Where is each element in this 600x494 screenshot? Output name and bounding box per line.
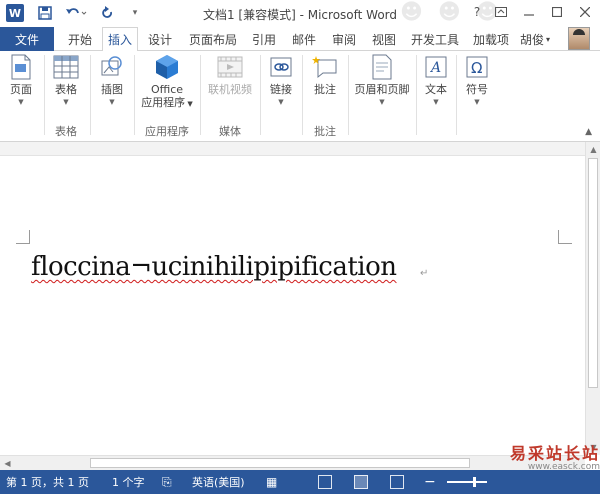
tab-design[interactable]: 设计	[142, 27, 178, 51]
zoom-slider[interactable]	[447, 481, 487, 483]
read-mode-icon[interactable]	[318, 475, 332, 489]
svg-text:Ω: Ω	[471, 59, 482, 77]
user-name[interactable]: 胡俊 ▾	[520, 27, 550, 51]
status-bar: 第 1 页，共 1 页 1 个字 ⎘ 英语(美国) ▦ −	[0, 470, 600, 494]
table-icon	[53, 54, 79, 80]
page-button[interactable]: 页面 ▼	[4, 54, 38, 120]
group-divider	[348, 55, 349, 135]
scroll-up-icon[interactable]: ▲	[586, 142, 600, 156]
avatar[interactable]	[568, 27, 590, 50]
collapse-ribbon-icon[interactable]: ▲	[585, 127, 592, 137]
word-logo-icon: W	[6, 4, 24, 22]
table-button[interactable]: 表格 ▼	[48, 54, 84, 120]
close-button[interactable]	[574, 2, 596, 22]
proofing-icon[interactable]: ⎘	[162, 470, 172, 494]
crop-mark-right	[558, 230, 572, 244]
word-count[interactable]: 1 个字	[112, 470, 145, 494]
ribbon-display-options-button[interactable]	[490, 2, 512, 22]
vertical-scrollbar[interactable]: ▲ ▼	[585, 142, 600, 455]
ribbon: 页面 ▼ 表格 ▼ 表格 插图 ▼ Office 应用程序 ▼ 应用程序 联机视…	[0, 51, 600, 142]
web-layout-icon[interactable]	[390, 475, 404, 489]
customize-quick-access-icon[interactable]: ▾	[128, 4, 142, 22]
tab-developer[interactable]: 开发工具	[406, 27, 464, 51]
group-divider	[302, 55, 303, 135]
vertical-scroll-thumb[interactable]	[588, 158, 598, 388]
tab-mailings[interactable]: 邮件	[286, 27, 322, 51]
chevron-down-icon: ▼	[63, 98, 69, 106]
chevron-down-icon: ▼	[185, 100, 193, 108]
tab-file[interactable]: 文件	[0, 27, 54, 51]
group-divider	[260, 55, 261, 135]
chevron-down-icon: ▼	[109, 98, 115, 106]
chevron-down-icon: ▼	[433, 98, 439, 106]
chevron-down-icon: ▼	[278, 98, 284, 106]
symbol-icon: Ω	[464, 54, 490, 80]
chevron-down-icon: ▼	[18, 98, 24, 106]
print-layout-icon[interactable]	[354, 475, 368, 489]
chevron-down-icon: ▼	[379, 98, 385, 106]
help-button[interactable]: ?	[466, 2, 488, 22]
scroll-left-icon[interactable]: ◀	[0, 456, 15, 470]
group-divider	[456, 55, 457, 135]
group-label-comments: 批注	[314, 125, 336, 138]
crop-mark-left	[16, 230, 30, 244]
online-video-icon	[217, 54, 243, 80]
online-video-button[interactable]: 联机视频	[204, 54, 256, 120]
group-divider	[134, 55, 135, 135]
text-button[interactable]: A 文本 ▼	[420, 54, 452, 120]
ribbon-tabs: 文件 开始 插入 设计 页面布局 引用 邮件 审阅 视图 开发工具 加载项 胡俊…	[0, 27, 600, 52]
document-top-margin	[0, 142, 585, 156]
header-footer-button[interactable]: 页眉和页脚 ▼	[352, 54, 412, 120]
symbol-button[interactable]: Ω 符号 ▼	[460, 54, 494, 120]
office-apps-button[interactable]: Office 应用程序 ▼	[138, 54, 196, 120]
page-count[interactable]: 第 1 页，共 1 页	[6, 470, 89, 494]
link-icon	[268, 54, 294, 80]
illustration-icon	[99, 54, 125, 80]
links-button[interactable]: 链接 ▼	[264, 54, 298, 120]
comment-button[interactable]: 批注	[306, 54, 344, 120]
tab-insert[interactable]: 插入	[102, 27, 138, 52]
group-label-tables: 表格	[55, 125, 77, 138]
document-canvas[interactable]	[0, 142, 585, 455]
office-apps-icon	[154, 54, 180, 80]
save-icon[interactable]	[36, 4, 54, 22]
horizontal-scroll-thumb[interactable]	[90, 458, 470, 468]
redo-icon[interactable]	[98, 4, 126, 22]
paragraph-mark: ↵	[420, 268, 429, 279]
tab-add-ins[interactable]: 加载项	[468, 27, 514, 51]
tab-home[interactable]: 开始	[60, 27, 100, 51]
illustrations-button[interactable]: 插图 ▼	[94, 54, 130, 120]
group-label-apps: 应用程序	[145, 125, 189, 138]
minimize-button[interactable]	[518, 2, 540, 22]
zoom-slider-knob[interactable]	[473, 477, 476, 487]
tab-references[interactable]: 引用	[246, 27, 282, 51]
title-bar: W ▾ 文档1 [兼容模式] - Microsoft Word ☻ ☻ ☻ ?	[0, 0, 600, 27]
comment-icon	[312, 54, 338, 80]
svg-text:A: A	[429, 60, 441, 76]
header-footer-icon	[369, 54, 395, 80]
group-divider	[200, 55, 201, 135]
undo-icon[interactable]	[62, 4, 90, 22]
chevron-down-icon: ▾	[546, 34, 551, 44]
macro-record-icon[interactable]: ▦	[266, 470, 277, 494]
tab-page-layout[interactable]: 页面布局	[184, 27, 242, 51]
zoom-out-icon[interactable]: −	[424, 470, 436, 494]
group-divider	[416, 55, 417, 135]
tab-view[interactable]: 视图	[366, 27, 402, 51]
text-icon: A	[423, 54, 449, 80]
group-divider	[44, 55, 45, 135]
language-indicator[interactable]: 英语(美国)	[192, 470, 245, 494]
document-text[interactable]: floccina¬ucinihilipipification	[31, 252, 397, 282]
tab-review[interactable]: 审阅	[326, 27, 362, 51]
chevron-down-icon: ▼	[474, 98, 480, 106]
maximize-button[interactable]	[546, 2, 568, 22]
page-icon	[8, 54, 34, 80]
group-divider	[90, 55, 91, 135]
group-label-media: 媒体	[219, 125, 241, 138]
